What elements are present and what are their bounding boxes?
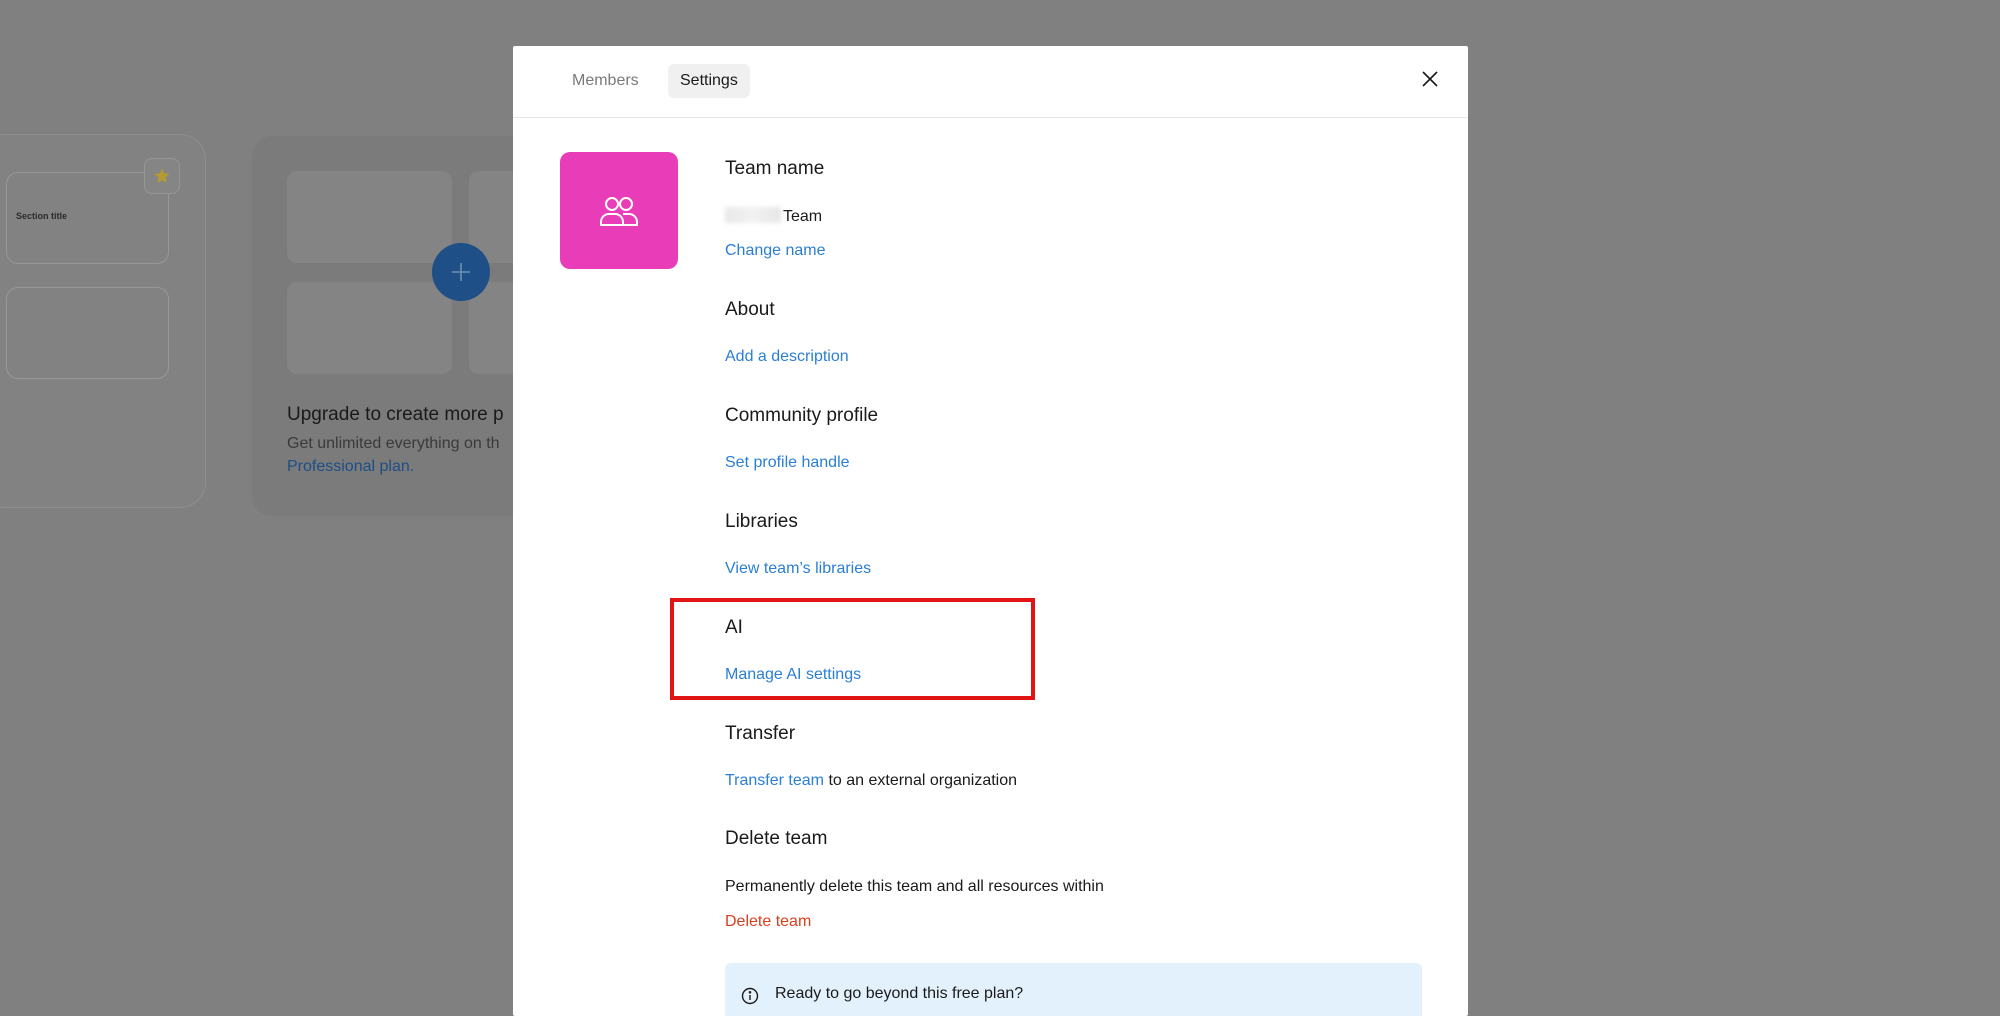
about-heading: About xyxy=(725,299,775,320)
delete-team-link[interactable]: Delete team xyxy=(725,913,811,931)
delete-team-description: Permanently delete this team and all res… xyxy=(725,878,1104,895)
background-upgrade-subtitle: Get unlimited everything on th xyxy=(287,435,500,452)
redacted-name xyxy=(725,207,781,223)
highlight-ai-section xyxy=(670,598,1035,700)
background-upgrade-title: Upgrade to create more p xyxy=(287,404,504,425)
view-libraries-link[interactable]: View team’s libraries xyxy=(725,560,871,578)
background-tile xyxy=(287,171,452,263)
star-icon xyxy=(144,158,180,194)
background-tile xyxy=(287,282,452,374)
background-thumbnail xyxy=(6,287,169,379)
transfer-text: Transfer team to an external organizatio… xyxy=(725,772,1017,790)
team-name-heading: Team name xyxy=(725,158,825,179)
modal-header: Members Settings xyxy=(513,46,1468,118)
info-icon xyxy=(741,987,759,1005)
set-profile-handle-link[interactable]: Set profile handle xyxy=(725,454,850,472)
transfer-team-link[interactable]: Transfer team xyxy=(725,772,824,789)
tab-members[interactable]: Members xyxy=(560,64,651,98)
team-avatar xyxy=(560,152,678,269)
delete-team-heading: Delete team xyxy=(725,828,828,849)
close-button[interactable] xyxy=(1415,64,1445,94)
background-upgrade-link: Professional plan. xyxy=(287,458,415,475)
plus-icon xyxy=(432,243,490,301)
transfer-heading: Transfer xyxy=(725,723,796,744)
tab-settings[interactable]: Settings xyxy=(668,64,750,98)
transfer-suffix: to an external organization xyxy=(824,772,1018,789)
upgrade-info-box: Ready to go beyond this free plan? xyxy=(725,963,1422,1016)
libraries-heading: Libraries xyxy=(725,511,798,532)
upgrade-info-text: Ready to go beyond this free plan? xyxy=(775,985,1024,1002)
community-profile-heading: Community profile xyxy=(725,405,879,426)
change-name-link[interactable]: Change name xyxy=(725,242,826,260)
close-icon xyxy=(1422,71,1438,87)
team-settings-modal: Members Settings Team name Team Change n… xyxy=(513,46,1468,1016)
team-icon xyxy=(600,196,638,226)
add-description-link[interactable]: Add a description xyxy=(725,348,849,366)
background-thumbnail-title: Section title xyxy=(16,211,68,221)
team-name-value: Team xyxy=(725,207,822,226)
